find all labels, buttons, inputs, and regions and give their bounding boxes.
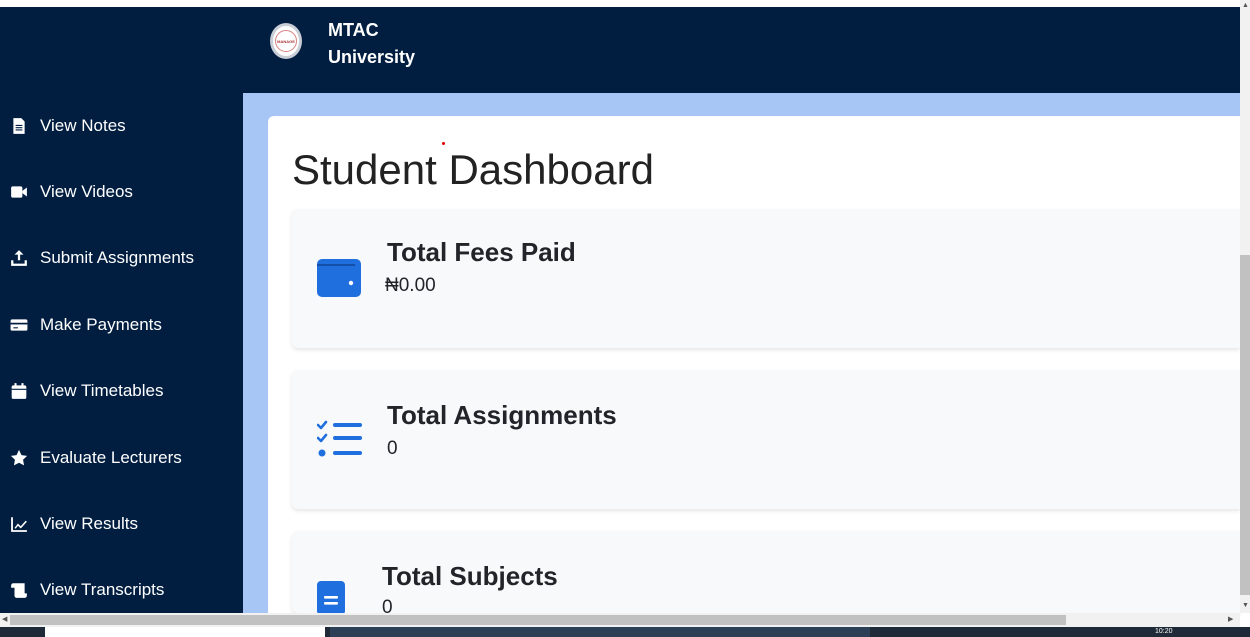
sidebar-item-make-payments[interactable]: Make Payments — [10, 312, 162, 338]
scroll-up-arrow-icon[interactable]: ▲ — [1242, 2, 1249, 10]
top-navbar — [0, 7, 1240, 93]
card-value: ₦0.00 — [385, 275, 436, 296]
brand-line-2: University — [328, 47, 416, 67]
sidebar-item-label: View Videos — [40, 182, 133, 201]
list-check-icon — [317, 420, 362, 457]
app-window: MANAGE MTAC University View Notes View V… — [0, 0, 1250, 637]
book-icon — [317, 581, 345, 613]
sidebar-item-view-notes[interactable]: View Notes — [10, 113, 126, 139]
logo-emblem: MANAGE — [275, 30, 297, 52]
sidebar-item-label: View Results — [40, 514, 138, 533]
wallet-icon — [317, 259, 361, 297]
taskbar-search-box[interactable] — [45, 627, 325, 637]
card-title: Total Fees Paid — [387, 237, 576, 267]
card-value: 0 — [387, 438, 398, 459]
sidebar-item-view-timetables[interactable]: View Timetables — [10, 378, 163, 404]
sidebar-item-evaluate-lecturers[interactable]: Evaluate Lecturers — [10, 445, 182, 471]
upload-icon — [11, 250, 27, 266]
sidebar-item-label: Evaluate Lecturers — [40, 448, 182, 467]
scroll-right-arrow-icon[interactable]: ▶ — [1228, 616, 1233, 624]
horizontal-scrollbar-thumb[interactable] — [10, 615, 1066, 625]
scroll-down-arrow-icon[interactable]: ▼ — [1242, 602, 1249, 610]
credit-card-icon — [10, 319, 28, 331]
brand-line-1: MTAC — [328, 20, 379, 40]
page-title: Student Dashboard — [292, 146, 654, 193]
card-total-fees-paid: Total Fees Paid ₦0.00 — [292, 209, 1240, 348]
card-title: Total Assignments — [387, 400, 617, 430]
scroll-left-arrow-icon[interactable]: ◀ — [2, 616, 7, 624]
sidebar-item-label: View Notes — [40, 116, 126, 135]
calendar-icon — [11, 383, 27, 399]
video-icon — [11, 186, 27, 198]
chart-line-icon — [11, 517, 27, 532]
os-taskbar — [0, 627, 1250, 637]
card-total-subjects: Total Subjects 0 — [292, 531, 1240, 618]
sidebar-item-label: View Transcripts — [40, 580, 165, 599]
card-total-assignments: Total Assignments 0 — [292, 370, 1240, 509]
university-logo[interactable]: MANAGE — [270, 23, 302, 59]
sidebar-item-label: View Timetables — [40, 381, 164, 400]
sidebar-item-label: Make Payments — [40, 315, 162, 334]
taskbar-clock: 10:20 — [1155, 628, 1173, 635]
file-icon — [13, 118, 25, 134]
sidebar-item-label: Submit Assignments — [40, 248, 195, 267]
sidebar-item-view-results[interactable]: View Results — [10, 511, 138, 537]
star-icon — [10, 449, 28, 466]
brand-name[interactable]: MTAC University — [328, 17, 415, 71]
vertical-scrollbar-thumb[interactable] — [1240, 255, 1250, 595]
cursor-dot — [442, 142, 445, 145]
sidebar-item-view-transcripts[interactable]: View Transcripts — [10, 577, 164, 603]
sidebar-item-submit-assignments[interactable]: Submit Assignments — [10, 245, 194, 271]
sidebar-item-view-videos[interactable]: View Videos — [10, 179, 133, 205]
card-title: Total Subjects — [382, 561, 558, 591]
scroll-icon — [11, 583, 27, 598]
taskbar-apps[interactable] — [330, 627, 870, 637]
